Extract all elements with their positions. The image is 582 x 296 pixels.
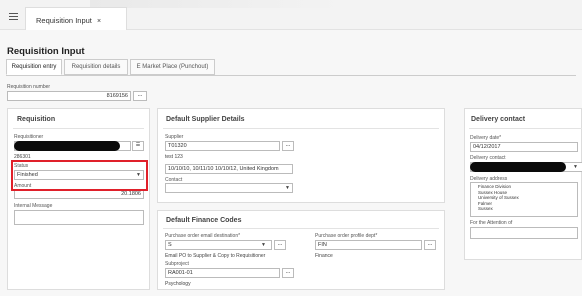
page-title: Requisition Input (7, 46, 85, 57)
tab-requisition-details[interactable]: Requisition details (64, 59, 128, 75)
tab-e-market-place[interactable]: E Market Place (Punchout) (130, 59, 215, 75)
profile-dept-label: Purchase order profile dept* (315, 233, 378, 239)
panel-divider (163, 128, 439, 129)
profile-dept-lookup-button[interactable]: ... (424, 240, 436, 250)
top-bar: Requisition Input × (0, 0, 582, 30)
delivery-panel: Delivery contact Delivery date* 04/12/20… (464, 108, 582, 260)
supplier-panel-title: Default Supplier Details (166, 116, 245, 123)
hamburger-menu-icon[interactable] (9, 13, 18, 20)
internal-message-label: Internal Message (14, 203, 53, 209)
delivery-address-line: Sussex (478, 206, 493, 211)
tab-requisition-entry[interactable]: Requisition entry (6, 59, 62, 75)
document-tab[interactable]: Requisition Input × (25, 7, 127, 30)
status-highlight-box (11, 160, 148, 191)
internal-message-field[interactable] (14, 210, 144, 225)
delivery-contact-chevron-down-icon[interactable]: ▼ (573, 164, 578, 170)
supplier-name: test 123 (165, 154, 183, 160)
panel-divider (13, 128, 144, 129)
requisition-number-field[interactable]: 8169156 (7, 91, 131, 101)
contact-select[interactable] (165, 183, 293, 193)
email-destination-lookup-button[interactable]: ... (274, 240, 286, 250)
email-destination-select[interactable]: S (165, 240, 272, 250)
requisition-panel: Requisition Requisitioner ☰ 286301 Statu… (7, 108, 150, 290)
profile-dept-field[interactable]: FIN (315, 240, 422, 250)
supplier-lookup-button[interactable]: ... (282, 141, 294, 151)
profile-dept-name: Finance (315, 253, 333, 259)
requisitioner-table-icon[interactable]: ☰ (132, 141, 144, 151)
supplier-field[interactable]: T01320 (165, 141, 280, 151)
attention-field[interactable] (470, 227, 578, 239)
finance-panel: Default Finance Codes Purchase order ema… (157, 210, 445, 290)
email-destination-label: Purchase order email destination* (165, 233, 241, 239)
subproject-label: Subproject (165, 261, 189, 267)
delivery-panel-title: Delivery contact (471, 116, 526, 123)
supplier-label: Supplier (165, 134, 184, 140)
delivery-address-field[interactable]: Finance Division Sussex House University… (470, 182, 578, 217)
subproject-lookup-button[interactable]: ... (282, 268, 294, 278)
requisition-number-label: Requisition number (7, 84, 51, 90)
attention-label: For the Attention of (470, 220, 513, 226)
requisition-panel-title: Requisition (17, 116, 56, 123)
subproject-field[interactable]: RA001-01 (165, 268, 280, 278)
supplier-address-field[interactable]: 10/10/10, 10/11/10 10/10/12, United King… (165, 164, 293, 174)
requisition-number-lookup-button[interactable]: ... (133, 91, 147, 101)
delivery-date-label: Delivery date* (470, 135, 502, 141)
panel-divider (163, 228, 439, 229)
subproject-name: Psychology (165, 281, 191, 287)
close-tab-icon[interactable]: × (97, 18, 101, 25)
document-tab-label: Requisition Input (36, 16, 92, 25)
redacted-requisitioner (14, 141, 120, 151)
delivery-contact-label: Delivery contact (470, 155, 506, 161)
contact-chevron-down-icon[interactable]: ▼ (285, 185, 290, 191)
tabs-underline (6, 75, 576, 76)
requisitioner-label: Requisitioner (14, 134, 44, 140)
top-bar-shadow (90, 0, 340, 8)
finance-panel-title: Default Finance Codes (166, 217, 242, 224)
email-destination-chevron-down-icon[interactable]: ▼ (261, 242, 266, 248)
email-destination-note: Email PO to Supplier & Copy to Requisiti… (165, 253, 266, 259)
delivery-date-field[interactable]: 04/12/2017 (470, 142, 578, 152)
panel-divider (469, 128, 582, 129)
supplier-panel: Default Supplier Details Supplier T01320… (157, 108, 445, 203)
redacted-delivery-contact (470, 162, 566, 172)
